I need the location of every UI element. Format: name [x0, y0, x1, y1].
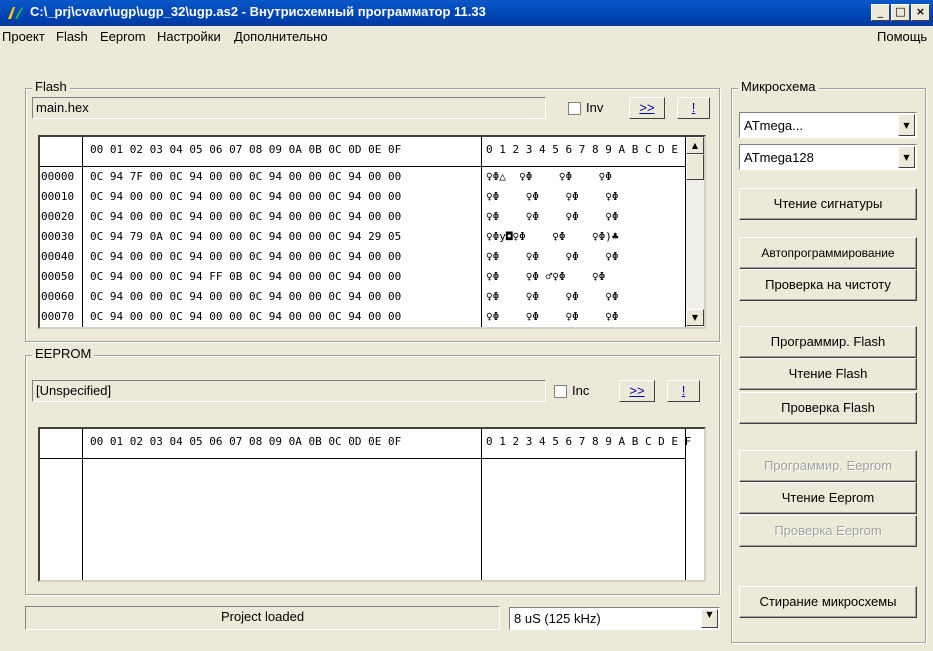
row-ascii: ♀Φ ♀Φ ♀Φ ♀Φ — [486, 310, 619, 323]
row-ascii: ♀Φ ♀Φ ♀Φ ♀Φ — [486, 250, 619, 263]
verify-flash-button[interactable]: Проверка Flash — [739, 392, 917, 424]
chevron-down-icon[interactable]: ▼ — [898, 146, 915, 168]
row-hex-bytes: 0C 94 00 00 0C 94 00 00 0C 94 00 00 0C 9… — [90, 310, 402, 323]
eeprom-hex-header: 00 01 02 03 04 05 06 07 08 09 0A 0B 0C 0… — [90, 435, 402, 448]
row-address: 00060 — [41, 290, 75, 303]
inc-checkbox[interactable] — [554, 385, 567, 398]
row-address: 00020 — [41, 210, 75, 223]
chip-family-select[interactable]: ATmega... ▼ — [739, 112, 917, 138]
chevron-down-icon[interactable]: ▼ — [701, 609, 718, 628]
inv-checkbox[interactable] — [568, 102, 581, 115]
table-row[interactable]: 00060 0C 94 00 00 0C 94 00 00 0C 94 00 00… — [40, 287, 686, 307]
flash-hex-header: 00 01 02 03 04 05 06 07 08 09 0A 0B 0C 0… — [90, 143, 402, 156]
table-row[interactable]: 00030 0C 94 79 0A 0C 94 00 00 0C 94 00 00… — [40, 227, 686, 247]
row-address: 00030 — [41, 230, 75, 243]
table-row[interactable]: 00070 0C 94 00 00 0C 94 00 00 0C 94 00 00… — [40, 307, 686, 327]
eeprom-grid-divider-end — [685, 429, 686, 580]
inc-label: Inc — [572, 383, 590, 398]
inv-label: Inv — [586, 100, 604, 115]
eeprom-reload-button[interactable]: ! — [667, 380, 700, 402]
menu-settings[interactable]: Настройки — [157, 29, 221, 44]
auto-program-button[interactable]: Автопрограммирование — [739, 237, 917, 269]
verify-eeprom-button[interactable]: Проверка Eeprom — [739, 515, 917, 547]
row-hex-bytes: 0C 94 00 00 0C 94 00 00 0C 94 00 00 0C 9… — [90, 190, 402, 203]
close-button[interactable]: × — [911, 4, 930, 21]
app-icon — [8, 7, 23, 19]
row-address: 00050 — [41, 270, 75, 283]
row-hex-bytes: 0C 94 00 00 0C 94 00 00 0C 94 00 00 0C 9… — [90, 210, 402, 223]
eeprom-open-label: >> — [629, 383, 645, 398]
row-ascii: ♀Φ△ ♀Φ ♀Φ ♀Φ — [486, 170, 612, 183]
scroll-thumb[interactable] — [686, 154, 704, 180]
row-address: 00040 — [41, 250, 75, 263]
table-row[interactable]: 00050 0C 94 00 00 0C 94 FF 0B 0C 94 00 00… — [40, 267, 686, 287]
eeprom-grid-divider-ascii — [481, 429, 482, 580]
title-bar[interactable]: C:\_prj\cvavr\ugp\ugp_32\ugp.as2 - Внутр… — [0, 0, 933, 26]
flash-file-field[interactable]: main.hex — [32, 97, 546, 119]
flash-ascii-header: 0 1 2 3 4 5 6 7 8 9 A B C D E F — [486, 143, 692, 156]
scroll-down-icon[interactable]: ▼ — [686, 309, 704, 326]
flash-open-label: >> — [639, 100, 655, 115]
eeprom-group-label: EEPROM — [32, 346, 95, 361]
flash-open-button[interactable]: >> — [629, 97, 665, 119]
chip-device-select[interactable]: ATmega128 ▼ — [739, 144, 917, 170]
maximize-button[interactable]: □ — [891, 4, 910, 21]
table-row[interactable]: 00020 0C 94 00 00 0C 94 00 00 0C 94 00 00… — [40, 207, 686, 227]
row-address: 00070 — [41, 310, 75, 323]
row-ascii: ♀Φ ♀Φ ♀Φ ♀Φ — [486, 210, 619, 223]
row-ascii: ♀Φ ♀Φ ♀Φ ♀Φ — [486, 290, 619, 303]
read-eeprom-button[interactable]: Чтение Eeprom — [739, 482, 917, 514]
row-hex-bytes: 0C 94 00 00 0C 94 FF 0B 0C 94 00 00 0C 9… — [90, 270, 402, 283]
menu-bar: Проект Flash Eeprom Настройки Дополнител… — [0, 26, 933, 48]
chip-family-value: ATmega... — [744, 118, 804, 133]
window-title: C:\_prj\cvavr\ugp\ugp_32\ugp.as2 - Внутр… — [30, 4, 486, 19]
chip-device-value: ATmega128 — [744, 150, 814, 165]
row-hex-bytes: 0C 94 7F 00 0C 94 00 00 0C 94 00 00 0C 9… — [90, 170, 402, 183]
program-eeprom-button[interactable]: Программир. Eeprom — [739, 450, 917, 482]
row-address: 00010 — [41, 190, 75, 203]
blank-check-button[interactable]: Проверка на чистоту — [739, 269, 917, 301]
menu-project[interactable]: Проект — [2, 29, 45, 44]
flash-group-label: Flash — [32, 79, 70, 94]
menu-flash[interactable]: Flash — [56, 29, 88, 44]
row-hex-bytes: 0C 94 00 00 0C 94 00 00 0C 94 00 00 0C 9… — [90, 250, 402, 263]
menu-extra[interactable]: Дополнительно — [234, 29, 328, 44]
status-text: Project loaded — [25, 606, 500, 630]
flash-hex-grid[interactable]: 00 01 02 03 04 05 06 07 08 09 0A 0B 0C 0… — [38, 135, 706, 329]
chip-group-label: Микросхема — [738, 79, 819, 94]
eeprom-hex-grid[interactable]: 00 01 02 03 04 05 06 07 08 09 0A 0B 0C 0… — [38, 427, 706, 582]
table-row[interactable]: 00010 0C 94 00 00 0C 94 00 00 0C 94 00 00… — [40, 187, 686, 207]
row-ascii: ♀Φy◘♀Φ ♀Φ ♀Φ)♣ — [486, 230, 619, 243]
eeprom-grid-divider-addr — [82, 429, 83, 580]
clock-select[interactable]: 8 uS (125 kHz) ▼ — [509, 607, 720, 630]
chevron-down-icon[interactable]: ▼ — [898, 114, 915, 136]
menu-help[interactable]: Помощь — [877, 29, 927, 44]
eeprom-ascii-header: 0 1 2 3 4 5 6 7 8 9 A B C D E F — [486, 435, 692, 448]
flash-scrollbar[interactable]: ▲ ▼ — [686, 137, 704, 327]
programmer-window: C:\_prj\cvavr\ugp\ugp_32\ugp.as2 - Внутр… — [0, 0, 933, 651]
row-ascii: ♀Φ ♀Φ ♂♀Φ ♀Φ — [486, 270, 606, 283]
minimize-button[interactable]: _ — [871, 4, 890, 21]
menu-eeprom[interactable]: Eeprom — [100, 29, 146, 44]
program-flash-button[interactable]: Программир. Flash — [739, 326, 917, 358]
flash-reload-label: ! — [691, 100, 696, 115]
table-row[interactable]: 00040 0C 94 00 00 0C 94 00 00 0C 94 00 00… — [40, 247, 686, 267]
row-hex-bytes: 0C 94 00 00 0C 94 00 00 0C 94 00 00 0C 9… — [90, 290, 402, 303]
eeprom-open-button[interactable]: >> — [619, 380, 655, 402]
scroll-up-icon[interactable]: ▲ — [686, 137, 704, 154]
read-flash-button[interactable]: Чтение Flash — [739, 358, 917, 390]
row-address: 00000 — [41, 170, 75, 183]
row-hex-bytes: 0C 94 79 0A 0C 94 00 00 0C 94 00 00 0C 9… — [90, 230, 402, 243]
table-row[interactable]: 00000 0C 94 7F 00 0C 94 00 00 0C 94 00 00… — [40, 167, 686, 187]
eeprom-file-field[interactable]: [Unspecified] — [32, 380, 546, 402]
flash-reload-button[interactable]: ! — [677, 97, 710, 119]
clock-select-value: 8 uS (125 kHz) — [514, 611, 601, 626]
eeprom-reload-label: ! — [681, 383, 686, 398]
erase-chip-button[interactable]: Стирание микросхемы — [739, 586, 917, 618]
row-ascii: ♀Φ ♀Φ ♀Φ ♀Φ — [486, 190, 619, 203]
read-signature-button[interactable]: Чтение сигнатуры — [739, 188, 917, 220]
